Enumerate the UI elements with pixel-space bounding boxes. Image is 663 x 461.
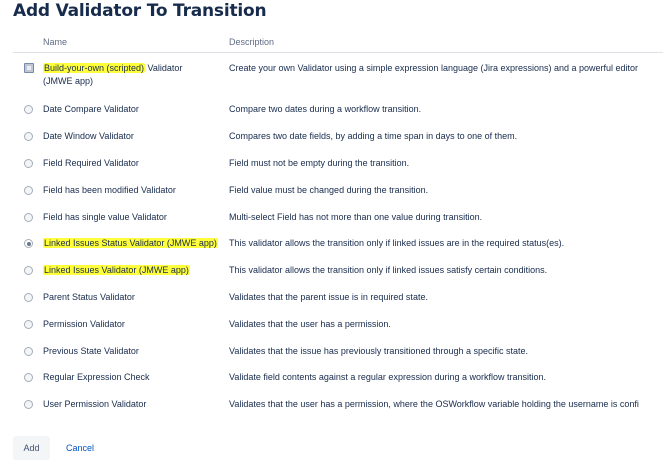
validator-name: Linked Issues Status Validator (JMWE app… [43,237,218,249]
validator-name: Parent Status Validator [43,292,135,302]
validator-description: Field must not be empty during the trans… [229,158,410,168]
validator-row[interactable]: Field has single value Validator Multi-s… [0,211,663,225]
column-header-description: Description [229,37,275,47]
validator-name: User Permission Validator [43,399,147,409]
validator-name: Regular Expression Check [43,372,150,382]
radio-button[interactable] [24,213,33,222]
radio-button[interactable] [24,63,34,73]
validator-row[interactable]: Field has been modified Validator Field … [0,184,663,198]
validator-row[interactable]: Permission Validator Validates that the … [0,318,663,332]
validator-description: Validates that the issue has previously … [229,346,529,356]
validator-description: Multi-select Field has not more than one… [229,212,483,222]
validator-row[interactable]: Linked Issues Status Validator (JMWE app… [0,237,663,251]
radio-button[interactable] [24,159,33,168]
highlighted-text: Linked Issues Validator (JMWE app) [43,265,190,275]
radio-button-selected[interactable] [24,239,33,248]
validator-description: Validates that the user has a permission… [229,399,639,409]
highlighted-text: Build-your-own (scripted) [43,63,146,73]
radio-button[interactable] [24,347,33,356]
column-header-name: Name [43,37,68,47]
radio-button[interactable] [24,320,33,329]
validator-name: Permission Validator [43,319,125,329]
validator-name: Field has single value Validator [43,212,167,222]
validator-name: Date Window Validator [43,131,134,141]
validator-name: Field Required Validator [43,158,139,168]
validator-row[interactable]: Previous State Validator Validates that … [0,345,663,359]
validator-name: Build-your-own (scripted) Validator [43,63,183,73]
validator-row[interactable]: Regular Expression Check Validate field … [0,371,663,385]
validator-row[interactable]: Date Window Validator Compares two date … [0,130,663,144]
validator-description: Create your own Validator using a simple… [229,63,639,73]
radio-button[interactable] [24,373,33,382]
validator-row[interactable]: Parent Status Validator Validates that t… [0,291,663,305]
validator-name: Date Compare Validator [43,104,139,114]
cancel-link[interactable]: Cancel [66,443,94,453]
validator-description: Validates that the user has a permission… [229,319,391,329]
validator-row[interactable]: Field Required Validator Field must not … [0,157,663,171]
radio-button[interactable] [24,266,33,275]
validator-description: This validator allows the transition onl… [229,238,565,248]
dialog-title: Add Validator To Transition [13,1,267,21]
validator-name: Previous State Validator [43,346,139,356]
highlighted-text: Linked Issues Status Validator (JMWE app… [43,238,218,248]
validator-description: Compares two date fields, by adding a ti… [229,131,518,141]
radio-button[interactable] [24,186,33,195]
validator-name-line2: (JMWE app) [43,76,94,86]
validator-row[interactable]: Date Compare Validator Compare two dates… [0,103,663,117]
validator-row[interactable]: User Permission Validator Validates that… [0,398,663,412]
validator-name: Linked Issues Validator (JMWE app) [43,264,190,276]
validator-description: Validates that the parent issue is in re… [229,292,428,302]
header-divider [13,52,663,53]
validator-description: Field value must be changed during the t… [229,185,429,195]
validator-name: Field has been modified Validator [43,185,176,195]
validator-description: This validator allows the transition onl… [229,265,548,275]
validator-row[interactable]: Linked Issues Validator (JMWE app) This … [0,264,663,278]
validator-row[interactable]: Build-your-own (scripted) Validator (JMW… [0,62,663,92]
radio-button[interactable] [24,105,33,114]
add-button[interactable]: Add [13,436,50,460]
radio-button[interactable] [24,132,33,141]
radio-button[interactable] [24,293,33,302]
radio-button[interactable] [24,400,33,409]
validator-description: Validate field contents against a regula… [229,372,547,382]
validator-description: Compare two dates during a workflow tran… [229,104,422,114]
